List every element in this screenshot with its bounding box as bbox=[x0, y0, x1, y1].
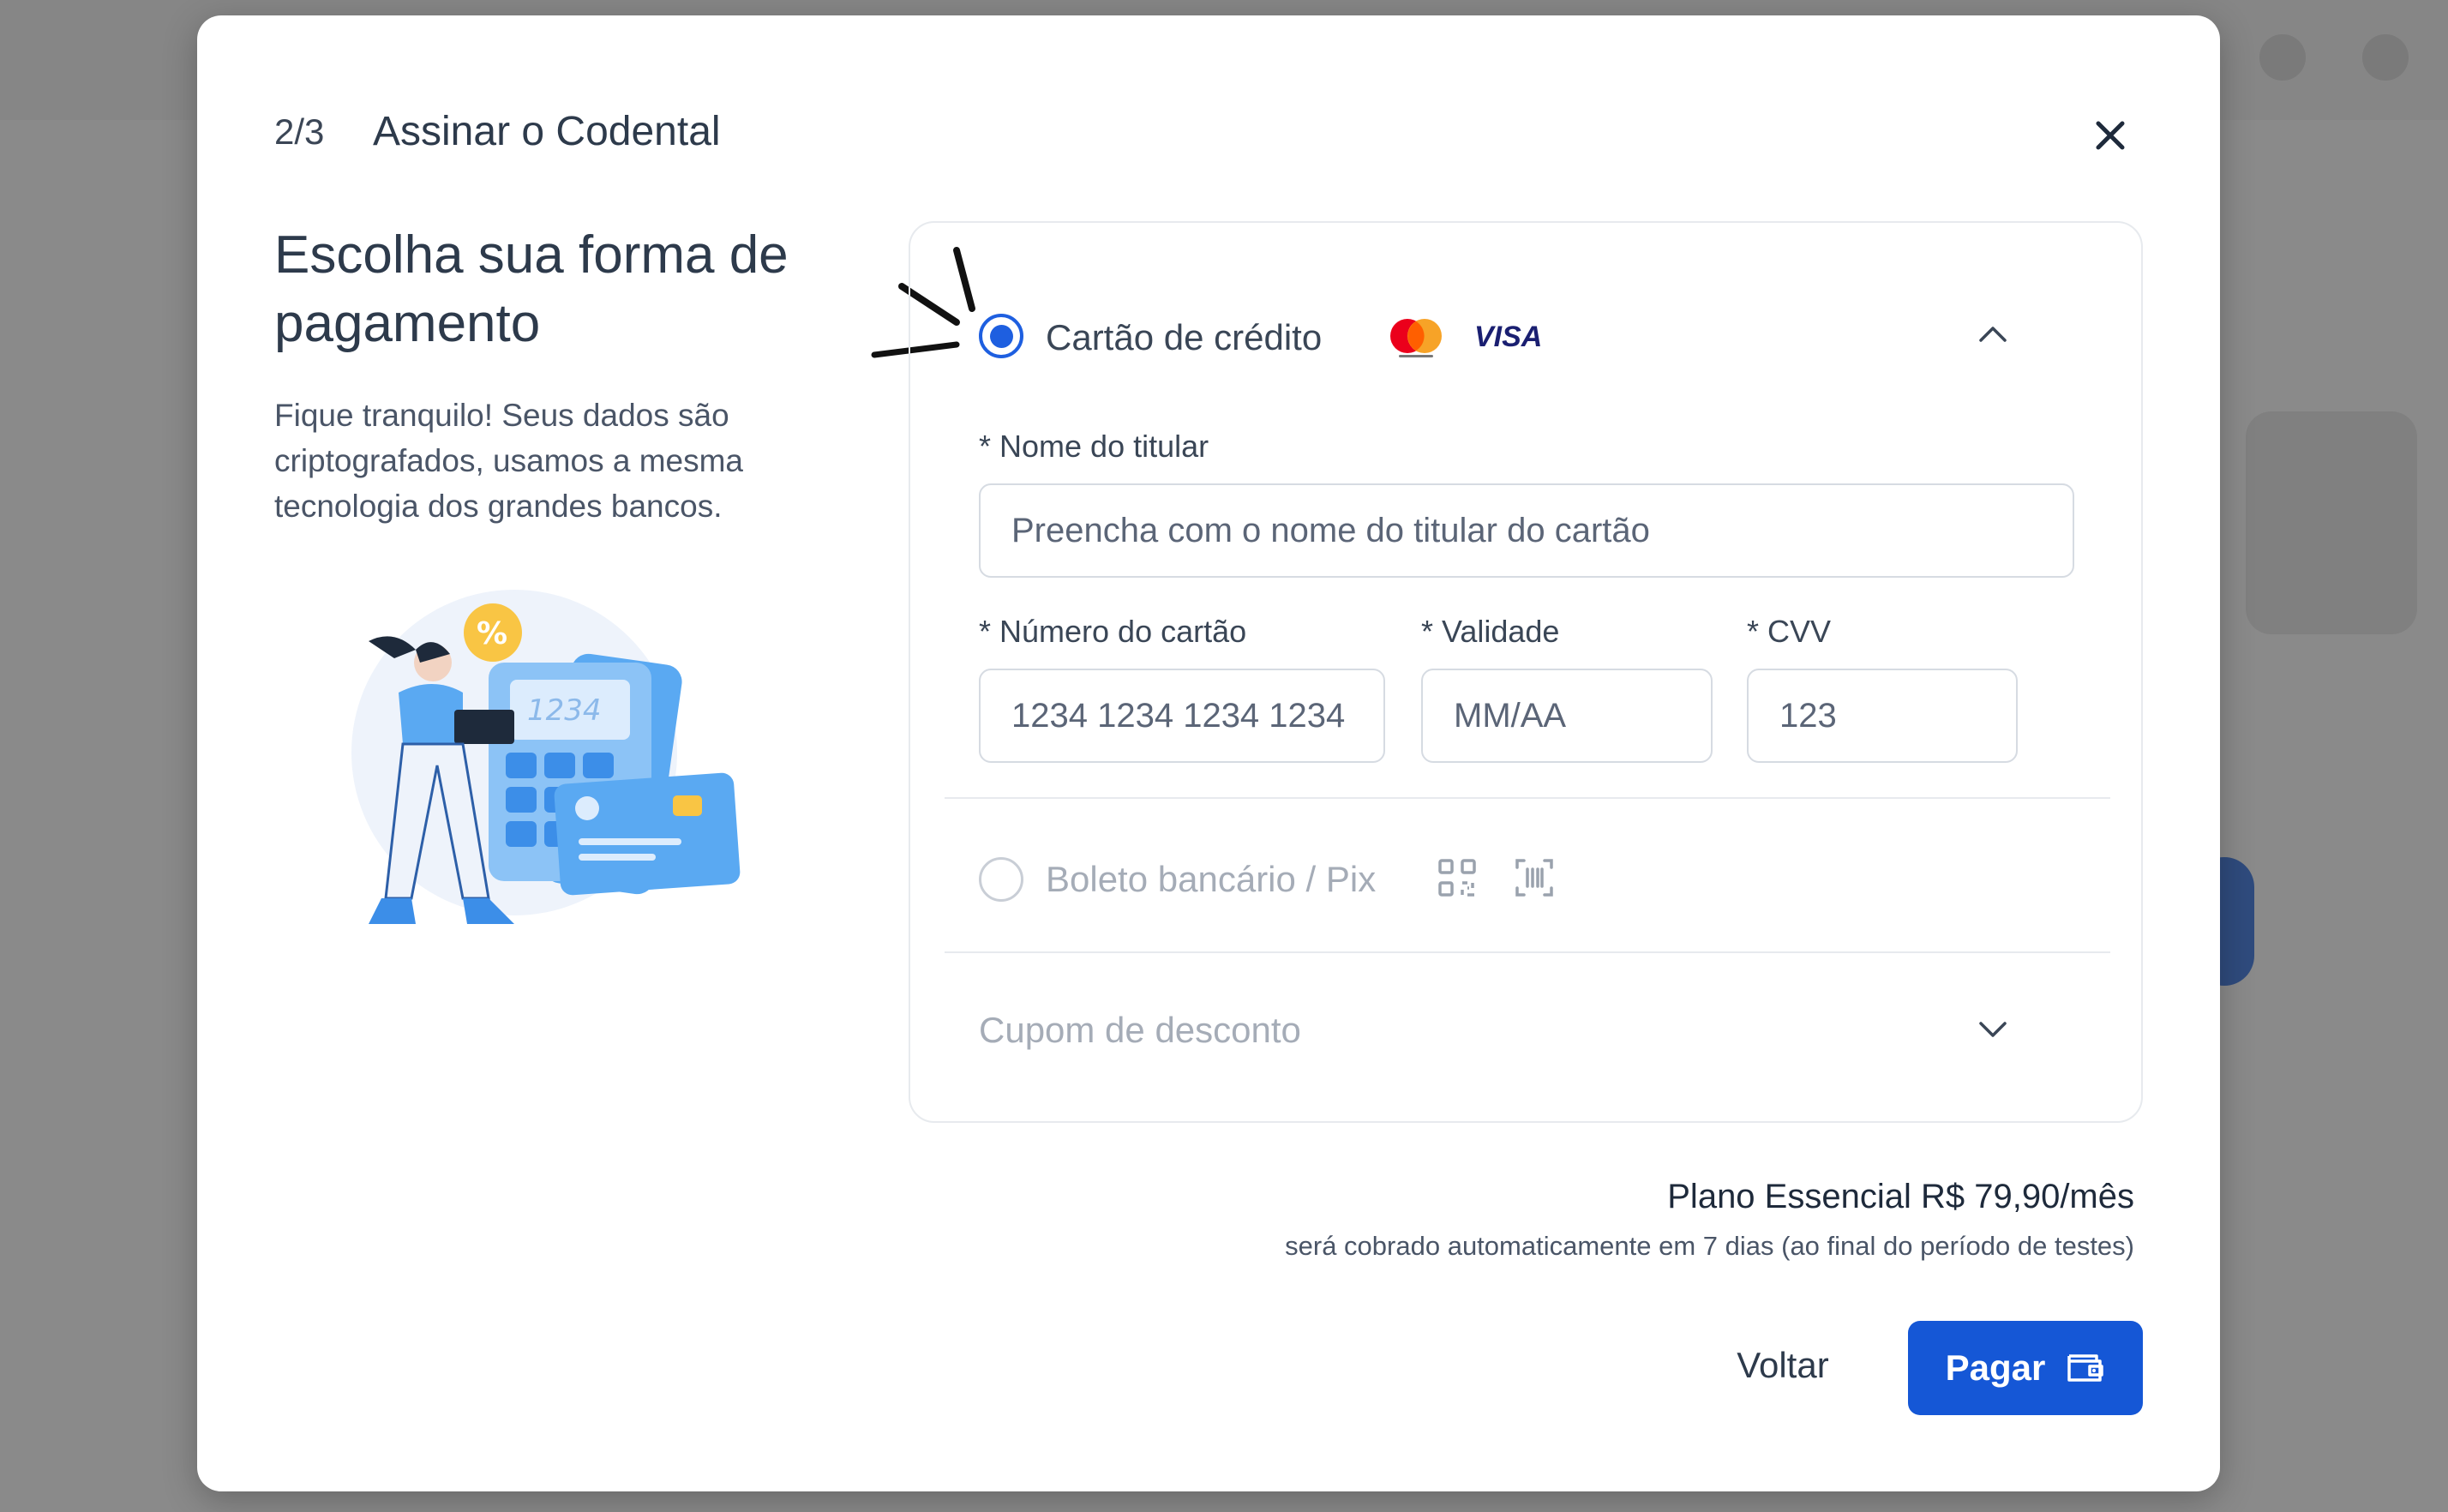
close-button[interactable] bbox=[2086, 111, 2134, 159]
svg-text:%: % bbox=[477, 616, 507, 651]
payment-options-panel: Cartão de crédito VISA * Nome do titular… bbox=[909, 221, 2143, 1123]
plan-price: Plano Essencial R$ 79,90/mês bbox=[1667, 1178, 2134, 1215]
chevron-up-icon[interactable] bbox=[1978, 324, 2007, 343]
background-header-icon bbox=[2259, 34, 2306, 81]
billing-note: será cobrado automaticamente em 7 dias (… bbox=[1285, 1231, 2134, 1261]
cvv-input[interactable] bbox=[1747, 669, 2018, 763]
card-number-label: * Número do cartão bbox=[979, 614, 1247, 649]
visa-logo: VISA bbox=[1474, 321, 1543, 353]
close-icon bbox=[2096, 121, 2125, 150]
qr-code-icon bbox=[1438, 859, 1476, 897]
boleto-pix-label[interactable]: Boleto bancário / Pix bbox=[1046, 859, 1376, 900]
card-number-input[interactable] bbox=[979, 669, 1385, 763]
holder-name-input[interactable] bbox=[979, 483, 2074, 578]
expiry-label: * Validade bbox=[1421, 614, 1560, 649]
credit-card-label[interactable]: Cartão de crédito bbox=[1046, 317, 1322, 358]
terminal-screen-text: 1234 bbox=[527, 693, 602, 728]
cvv-label: * CVV bbox=[1747, 614, 1832, 649]
step-indicator: 2/3 bbox=[274, 111, 325, 152]
background-header-icon bbox=[2362, 34, 2409, 81]
back-button[interactable]: Voltar bbox=[1689, 1318, 1877, 1413]
pay-button-label: Pagar bbox=[1945, 1347, 2046, 1388]
coupon-label[interactable]: Cupom de desconto bbox=[979, 1010, 1301, 1051]
payment-modal: 2/3 Assinar o Codental Escolha sua forma… bbox=[197, 15, 2220, 1491]
holder-name-label: * Nome do titular bbox=[979, 429, 1209, 464]
pay-button[interactable]: Pagar bbox=[1908, 1321, 2143, 1415]
credit-card-radio[interactable] bbox=[979, 314, 1023, 358]
divider bbox=[945, 951, 2110, 953]
payment-illustration: 1234 % bbox=[351, 590, 741, 924]
boleto-pix-radio[interactable] bbox=[979, 857, 1023, 902]
wallet-icon bbox=[2067, 1354, 2104, 1382]
mastercard-icon bbox=[1390, 319, 1442, 357]
expiry-input[interactable] bbox=[1421, 669, 1713, 763]
section-heading: Escolha sua forma de pagamento bbox=[274, 225, 789, 353]
chevron-down-icon[interactable] bbox=[1978, 1020, 2007, 1039]
background-panel bbox=[2246, 411, 2417, 634]
barcode-icon bbox=[1515, 859, 1553, 897]
security-description: Fique tranquilo! Seus dados são criptogr… bbox=[274, 398, 744, 524]
modal-title: Assinar o Codental bbox=[373, 109, 721, 154]
divider bbox=[945, 797, 2110, 799]
